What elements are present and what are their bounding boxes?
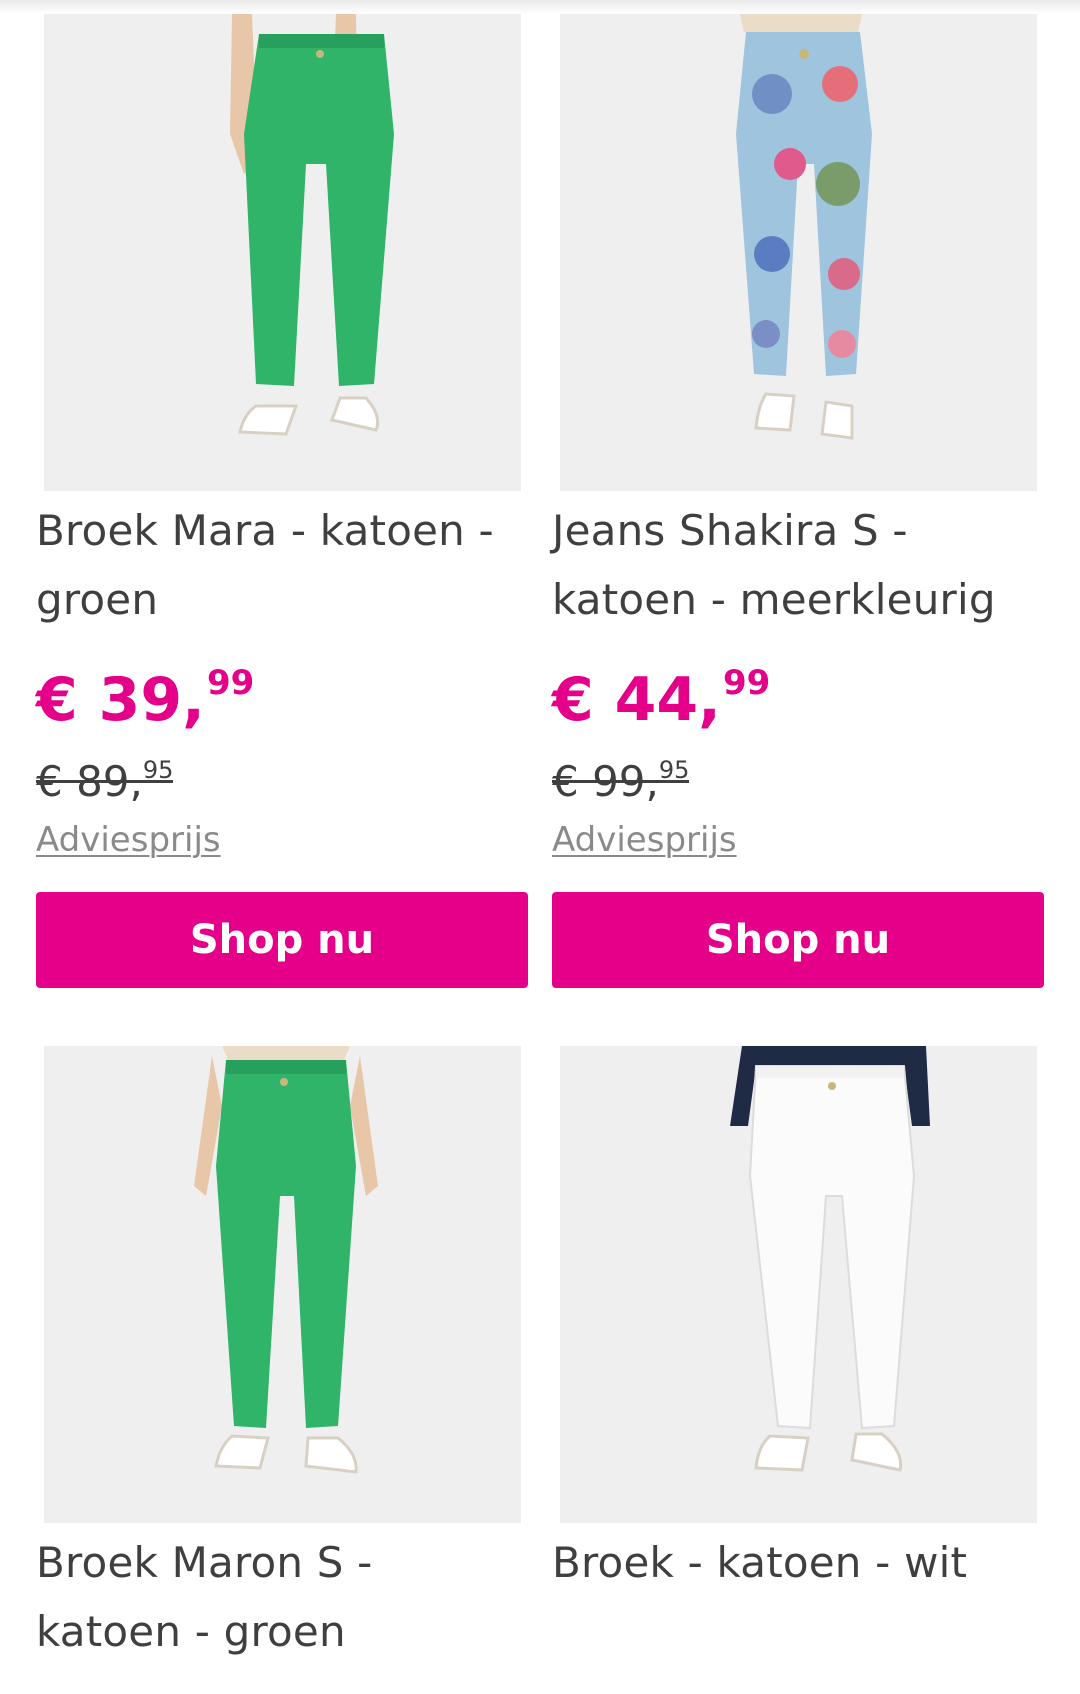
sale-price-main: € 39, — [36, 665, 205, 735]
advice-price-link[interactable]: Adviesprijs — [36, 820, 221, 860]
original-price: € 99,95 — [552, 756, 690, 806]
product-title[interactable]: Broek - katoen - wit — [552, 1528, 1044, 1597]
product-image[interactable] — [44, 14, 521, 491]
strikethrough-line — [36, 780, 174, 783]
product-image[interactable] — [44, 1046, 521, 1523]
product-title[interactable]: Jeans Shakira S - katoen - meerkleurig — [552, 496, 1044, 634]
sale-price-cents: 99 — [722, 663, 771, 703]
pants-illustration — [560, 1046, 1037, 1523]
product-title-line: Broek Maron S - — [36, 1538, 373, 1587]
pants-illustration — [44, 14, 521, 491]
product-title-line: Jeans Shakira S - — [552, 506, 908, 555]
sale-price: € 44,99 — [552, 662, 770, 738]
sale-price: € 39,99 — [36, 662, 254, 738]
shop-now-button[interactable]: Shop nu — [552, 892, 1044, 988]
pants-illustration — [560, 14, 1037, 491]
original-price: € 89,95 — [36, 756, 174, 806]
product-title-line: katoen - groen — [36, 1607, 346, 1656]
shop-now-button[interactable]: Shop nu — [36, 892, 528, 988]
product-title-line: Broek Mara - katoen - — [36, 506, 494, 555]
strikethrough-line — [552, 780, 690, 783]
product-title[interactable]: Broek Maron S - katoen - groen — [36, 1528, 528, 1666]
sale-price-main: € 44, — [552, 665, 721, 735]
advice-price-link[interactable]: Adviesprijs — [552, 820, 737, 860]
product-title-line: katoen - meerkleurig — [552, 575, 996, 624]
product-image[interactable] — [560, 1046, 1037, 1523]
product-title-line: Broek - katoen - wit — [552, 1538, 968, 1587]
product-title-line: groen — [36, 575, 159, 624]
sale-price-cents: 99 — [206, 663, 255, 703]
pants-illustration — [44, 1046, 521, 1523]
product-image[interactable] — [560, 14, 1037, 491]
top-bar-shadow — [0, 0, 1080, 14]
product-title[interactable]: Broek Mara - katoen - groen — [36, 496, 528, 634]
